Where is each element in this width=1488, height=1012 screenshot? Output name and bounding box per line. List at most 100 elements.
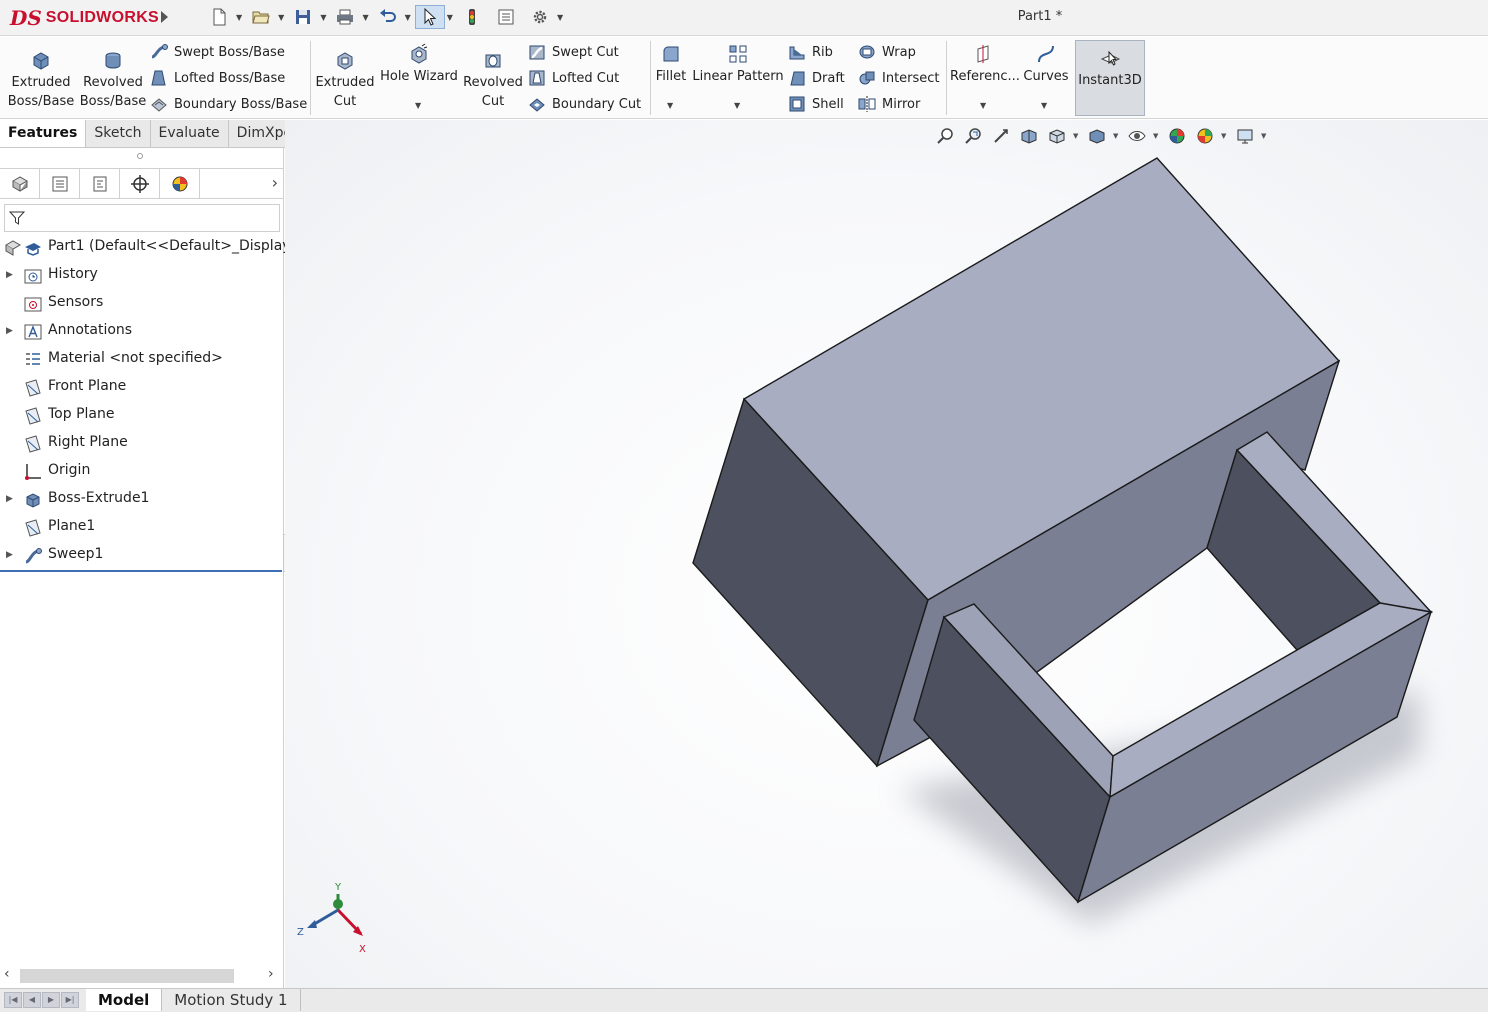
tree-item-material[interactable]: Material <not specified> xyxy=(0,346,284,374)
hole-wizard-dropdown-caret[interactable]: ▼ xyxy=(415,101,421,110)
tab-sketch[interactable]: Sketch xyxy=(86,120,151,147)
options-button[interactable] xyxy=(525,5,555,29)
save-dropdown-caret[interactable]: ▼ xyxy=(320,13,326,22)
tree-item-history[interactable]: ▶ History xyxy=(0,262,284,290)
expand-arrow-icon[interactable]: ▶ xyxy=(6,270,13,280)
boundary-cut-button[interactable]: Boundary Cut xyxy=(528,94,641,114)
tree-item-annotations[interactable]: ▶ Annotations xyxy=(0,318,284,346)
edit-appearance-button[interactable] xyxy=(1165,124,1189,148)
next-tab-arrow-icon[interactable]: ▶ xyxy=(42,992,60,1008)
previous-view-button[interactable] xyxy=(989,124,1013,148)
display-manager-tab[interactable] xyxy=(160,169,200,199)
panel-horizontal-scrollbar[interactable]: ‹ › xyxy=(0,966,284,986)
mirror-button[interactable]: Mirror xyxy=(858,94,920,114)
display-style-dropdown-caret[interactable]: ▼ xyxy=(1113,132,1121,140)
previous-tab-arrow-icon[interactable]: ◀ xyxy=(23,992,41,1008)
zoom-to-area-button[interactable] xyxy=(961,124,985,148)
undo-button[interactable] xyxy=(373,5,403,29)
print-dropdown-caret[interactable]: ▼ xyxy=(362,13,368,22)
curves-button[interactable]: Curves xyxy=(1020,43,1072,86)
reference-geometry-button[interactable]: Referenc... xyxy=(950,43,1020,86)
fillet-dropdown-caret[interactable]: ▼ xyxy=(667,101,673,110)
open-button[interactable] xyxy=(246,5,276,29)
print-button[interactable] xyxy=(330,5,360,29)
reference-dropdown-caret[interactable]: ▼ xyxy=(980,101,986,110)
tree-item-boss-extrude1[interactable]: ▶ Boss-Extrude1 xyxy=(0,486,284,514)
zoom-to-fit-button[interactable] xyxy=(933,124,957,148)
feature-tree-filter[interactable] xyxy=(4,204,280,232)
solidworks-logo[interactable]: DS SOLIDWORKS xyxy=(10,3,159,33)
tree-item-front-plane[interactable]: Front Plane xyxy=(0,374,284,402)
file-properties-button[interactable] xyxy=(491,5,521,29)
select-dropdown-caret[interactable]: ▼ xyxy=(447,13,453,22)
display-style-button[interactable] xyxy=(1085,124,1109,148)
new-document-button[interactable] xyxy=(204,5,234,29)
swept-cut-button[interactable]: Swept Cut xyxy=(528,42,619,62)
tree-item-origin[interactable]: Origin xyxy=(0,458,284,486)
apply-scene-button[interactable] xyxy=(1193,124,1217,148)
panel-more-arrow-icon[interactable]: › xyxy=(272,173,278,192)
intersect-button[interactable]: Intersect xyxy=(858,68,940,88)
view-orientation-dropdown-caret[interactable]: ▼ xyxy=(1073,132,1081,140)
expand-arrow-icon[interactable]: ▶ xyxy=(6,494,13,504)
tab-features[interactable]: Features xyxy=(0,120,87,147)
scrollbar-thumb[interactable] xyxy=(20,969,234,983)
instant3d-button[interactable]: Instant3D xyxy=(1075,40,1145,116)
panel-grip-handle[interactable] xyxy=(137,153,143,159)
linear-pattern-dropdown-caret[interactable]: ▼ xyxy=(734,101,740,110)
undo-dropdown-caret[interactable]: ▼ xyxy=(405,13,411,22)
view-settings-button[interactable] xyxy=(1233,124,1257,148)
property-manager-tab[interactable] xyxy=(40,169,80,199)
reference-triad[interactable]: Y X Z xyxy=(293,880,373,960)
tab-motion-study-1[interactable]: Motion Study 1 xyxy=(162,989,301,1011)
save-button[interactable] xyxy=(288,5,318,29)
draft-button[interactable]: Draft xyxy=(788,68,845,88)
feature-manager-tab[interactable] xyxy=(0,169,40,199)
menu-expand-arrow-icon[interactable] xyxy=(158,8,170,26)
expand-arrow-icon[interactable]: ▶ xyxy=(6,326,13,336)
tab-model[interactable]: Model xyxy=(86,989,163,1011)
hide-show-dropdown-caret[interactable]: ▼ xyxy=(1153,132,1161,140)
lofted-cut-button[interactable]: Lofted Cut xyxy=(528,68,619,88)
wrap-button[interactable]: Wrap xyxy=(858,42,916,62)
graphics-area[interactable]: ▼ ▼ ▼ ▼ ▼ Y X Z xyxy=(285,120,1488,988)
expand-arrow-icon[interactable]: ▶ xyxy=(6,550,13,560)
tree-item-top-plane[interactable]: Top Plane xyxy=(0,402,284,430)
hole-wizard-button[interactable]: Hole Wizard xyxy=(380,43,458,86)
swept-boss-button[interactable]: Swept Boss/Base xyxy=(150,42,285,62)
tree-item-plane1[interactable]: Plane1 xyxy=(0,514,284,542)
fillet-button[interactable]: Fillet xyxy=(654,43,688,86)
rebuild-button[interactable] xyxy=(457,5,487,29)
section-view-button[interactable] xyxy=(1017,124,1041,148)
scroll-right-arrow-icon[interactable]: › xyxy=(268,966,274,982)
view-settings-dropdown-caret[interactable]: ▼ xyxy=(1261,132,1269,140)
configuration-manager-tab[interactable] xyxy=(80,169,120,199)
tree-item-right-plane[interactable]: Right Plane xyxy=(0,430,284,458)
shell-button[interactable]: Shell xyxy=(788,94,844,114)
apply-scene-dropdown-caret[interactable]: ▼ xyxy=(1221,132,1229,140)
view-orientation-button[interactable] xyxy=(1045,124,1069,148)
new-dropdown-caret[interactable]: ▼ xyxy=(236,13,242,22)
tree-item-sensors[interactable]: Sensors xyxy=(0,290,284,318)
tab-evaluate[interactable]: Evaluate xyxy=(151,120,229,147)
extruded-cut-button[interactable]: Extruded Cut xyxy=(314,49,376,111)
dimxpert-manager-tab[interactable] xyxy=(120,169,160,199)
rollback-bar[interactable] xyxy=(0,570,282,572)
scroll-left-arrow-icon[interactable]: ‹ xyxy=(4,966,10,982)
lofted-boss-button[interactable]: Lofted Boss/Base xyxy=(150,68,285,88)
select-button[interactable] xyxy=(414,5,445,29)
tree-item-sweep1[interactable]: ▶ Sweep1 xyxy=(0,542,284,570)
open-dropdown-caret[interactable]: ▼ xyxy=(278,13,284,22)
options-dropdown-caret[interactable]: ▼ xyxy=(557,13,563,22)
revolved-boss-button[interactable]: Revolved Boss/Base xyxy=(78,49,148,111)
extruded-boss-button[interactable]: Extruded Boss/Base xyxy=(6,49,76,111)
linear-pattern-button[interactable]: Linear Pattern xyxy=(692,43,784,86)
hide-show-items-button[interactable] xyxy=(1125,124,1149,148)
tree-root-part[interactable]: Part1 (Default<<Default>_Display xyxy=(0,234,291,262)
part-3d-model[interactable] xyxy=(285,120,1488,988)
boundary-boss-button[interactable]: Boundary Boss/Base xyxy=(150,94,307,114)
curves-dropdown-caret[interactable]: ▼ xyxy=(1041,101,1047,110)
revolved-cut-button[interactable]: Revolved Cut xyxy=(462,49,524,111)
last-tab-arrow-icon[interactable]: ▶| xyxy=(61,992,79,1008)
rib-button[interactable]: Rib xyxy=(788,42,833,62)
